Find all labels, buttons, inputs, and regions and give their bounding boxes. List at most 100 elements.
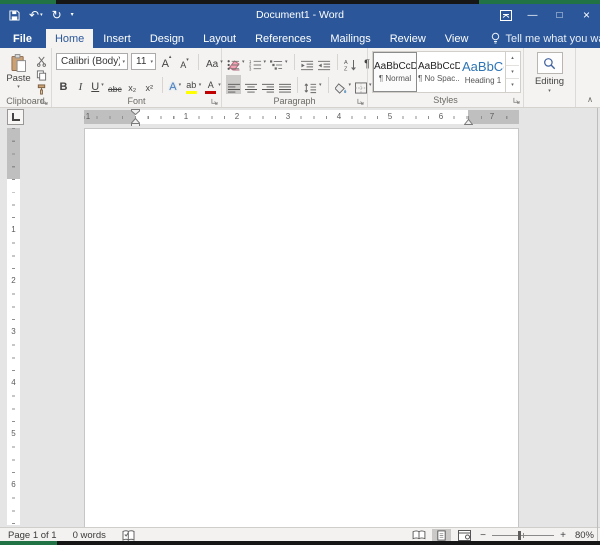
editing-button[interactable]: Editing ▾ [535, 52, 564, 94]
bold-button[interactable]: B [56, 75, 71, 94]
read-mode-button[interactable] [409, 529, 428, 542]
first-line-indent-marker[interactable] [131, 109, 140, 115]
font-size-combo[interactable]: 11 ▾ [131, 53, 156, 70]
zoom-slider[interactable] [492, 531, 554, 540]
decrease-indent-button[interactable] [300, 52, 315, 71]
tab-view[interactable]: View [436, 29, 478, 48]
editing-label: Editing [535, 76, 564, 87]
line-spacing-button[interactable]: ▾ [303, 75, 323, 94]
superscript-button[interactable]: x² [142, 75, 157, 94]
styles-more-button[interactable]: ▾ [506, 79, 519, 92]
sort-az-icon: AZ [344, 59, 357, 71]
cut-button[interactable] [34, 54, 49, 67]
align-left-button[interactable] [226, 75, 241, 94]
subscript-button[interactable]: x₂ [125, 75, 140, 94]
format-painter-icon [36, 84, 47, 95]
font-color-button[interactable]: A ▾ [204, 75, 222, 94]
tab-references[interactable]: References [246, 29, 320, 48]
decrease-indent-icon [301, 60, 314, 71]
tell-me-label: Tell me what you want to do [505, 33, 600, 45]
web-layout-button[interactable] [455, 529, 474, 542]
ruler-number: 5 [387, 113, 393, 121]
style-heading-1[interactable]: AaBbCc Heading 1 [461, 52, 505, 92]
zoom-out-button[interactable]: − [478, 530, 488, 541]
magnifier-icon [543, 57, 556, 70]
change-case-button[interactable]: Aa▾ [205, 52, 224, 71]
styles-scroll-down-button[interactable]: ▾ [506, 66, 519, 80]
svg-text:Z: Z [344, 67, 348, 72]
tab-file[interactable]: File [0, 29, 45, 48]
tab-review[interactable]: Review [381, 29, 435, 48]
underline-button[interactable]: U▾ [90, 75, 105, 94]
paragraph-group-label: Paragraph [273, 96, 315, 106]
svg-text:3: 3 [249, 67, 252, 71]
ruler-number: 3 [285, 113, 291, 121]
shading-button[interactable]: ▾ [334, 75, 353, 94]
collapse-ribbon-button[interactable]: ∧ [587, 95, 593, 104]
undo-button[interactable]: ↶ ▾ [29, 9, 43, 21]
ruler-number: 4 [7, 379, 20, 387]
strikethrough-button[interactable]: abc [107, 75, 123, 94]
lightbulb-icon [491, 32, 500, 45]
align-center-button[interactable] [243, 75, 258, 94]
window-controls: — □ × [492, 4, 600, 26]
tab-layout[interactable]: Layout [194, 29, 245, 48]
format-painter-button[interactable] [34, 82, 49, 95]
text-effects-button[interactable]: A▾ [168, 75, 183, 94]
customize-qat-button[interactable]: ▾ [71, 12, 74, 18]
style-normal[interactable]: AaBbCcDc ¶ Normal [373, 52, 417, 92]
copy-button[interactable] [34, 68, 49, 81]
zoom-in-button[interactable]: + [558, 530, 568, 541]
style-no-spacing[interactable]: AaBbCcDc ¶ No Spac... [417, 52, 461, 92]
tab-stop-selector[interactable] [7, 109, 24, 125]
right-indent-marker[interactable] [464, 119, 473, 125]
align-right-button[interactable] [260, 75, 275, 94]
zoom-slider-thumb[interactable] [518, 531, 521, 540]
ruler-row: 1 1 2 3 4 5 6 7 [0, 108, 600, 126]
numbering-button[interactable]: 123 ▾ [248, 52, 268, 71]
vertical-ruler: 1 2 3 4 5 6 [7, 128, 20, 525]
horizontal-ruler: 1 1 2 3 4 5 6 7 [84, 110, 519, 124]
scissors-icon [36, 56, 47, 67]
multilevel-list-button[interactable]: ▾ [269, 52, 289, 71]
zoom-level[interactable]: 80% [572, 530, 594, 541]
font-group-label: Font [127, 96, 145, 106]
page-indicator[interactable]: Page 1 of 1 [8, 530, 57, 541]
minimize-button[interactable]: — [519, 4, 546, 26]
ribbon-display-options-button[interactable] [492, 4, 519, 26]
font-name-combo[interactable]: Calibri (Body) ▾ [56, 53, 128, 70]
sort-button[interactable]: AZ [343, 52, 358, 71]
clipboard-dialog-launcher[interactable] [41, 98, 48, 105]
tab-home[interactable]: Home [46, 29, 93, 48]
close-button[interactable]: × [573, 4, 600, 26]
word-count[interactable]: 0 words [73, 530, 106, 541]
ruler-number: 4 [336, 113, 342, 121]
paste-button[interactable]: Paste ▾ [3, 51, 34, 95]
ribbon-right-pad: ∧ [576, 48, 600, 107]
justify-button[interactable] [277, 75, 292, 94]
tab-insert[interactable]: Insert [94, 29, 140, 48]
bullets-button[interactable]: ▾ [226, 52, 246, 71]
ruler-number: 1 [183, 113, 189, 121]
paragraph-dialog-launcher[interactable] [357, 98, 364, 105]
document-page[interactable] [84, 128, 519, 527]
tab-mailings[interactable]: Mailings [321, 29, 379, 48]
grow-font-button[interactable]: A▴ [159, 52, 174, 71]
redo-button[interactable]: ↻ [52, 9, 62, 21]
tab-design[interactable]: Design [141, 29, 193, 48]
maximize-button[interactable]: □ [546, 4, 573, 26]
save-button[interactable] [9, 10, 20, 21]
text-highlight-button[interactable]: ab ▾ [185, 75, 203, 94]
shrink-font-button[interactable]: A▾ [177, 52, 192, 71]
increase-indent-button[interactable] [317, 52, 332, 71]
styles-dialog-launcher[interactable] [513, 97, 520, 104]
styles-scroll-up-button[interactable]: ▴ [506, 52, 519, 66]
print-layout-button[interactable] [432, 529, 451, 542]
italic-button[interactable]: I [73, 75, 88, 94]
undo-dropdown-icon[interactable]: ▾ [40, 13, 43, 18]
font-dialog-launcher[interactable] [211, 98, 218, 105]
paragraph-group: ▾ 123 ▾ ▾ [222, 48, 368, 107]
proofing-button[interactable] [122, 530, 135, 541]
clipboard-group: Paste ▾ [0, 48, 52, 107]
tell-me-box[interactable]: Tell me what you want to do [491, 29, 600, 48]
